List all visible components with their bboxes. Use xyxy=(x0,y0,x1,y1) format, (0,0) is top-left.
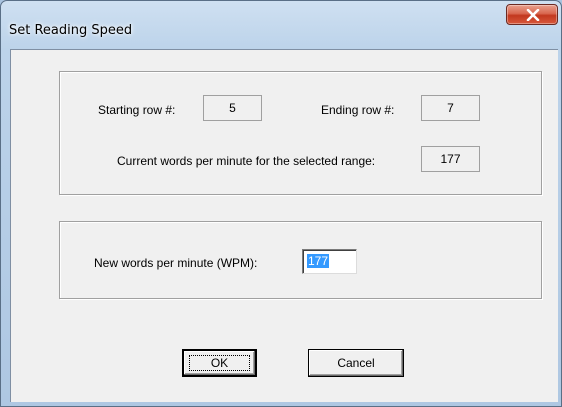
cancel-button-label: Cancel xyxy=(337,356,375,370)
dialog-window: Set Reading Speed Starting row #: 5 Endi… xyxy=(0,0,562,407)
close-icon xyxy=(526,9,540,21)
starting-row-value: 5 xyxy=(203,95,262,121)
focus-ring xyxy=(189,355,250,371)
current-wpm-label: Current words per minute for the selecte… xyxy=(117,154,376,168)
current-wpm-value: 177 xyxy=(421,146,480,172)
new-wpm-input[interactable]: 177 xyxy=(302,249,357,274)
new-wpm-value: 177 xyxy=(307,254,330,268)
ending-row-label: Ending row #: xyxy=(321,103,395,117)
ok-button[interactable]: OK xyxy=(182,349,257,377)
cancel-button[interactable]: Cancel xyxy=(308,349,404,377)
close-button[interactable] xyxy=(506,4,558,25)
starting-row-label: Starting row #: xyxy=(98,103,176,117)
ending-row-value: 7 xyxy=(421,95,480,121)
range-info-group xyxy=(59,71,542,195)
dialog-client-area: Starting row #: 5 Ending row #: 7 Curren… xyxy=(10,49,558,402)
window-title: Set Reading Speed xyxy=(9,23,133,38)
new-wpm-label: New words per minute (WPM): xyxy=(94,256,258,270)
